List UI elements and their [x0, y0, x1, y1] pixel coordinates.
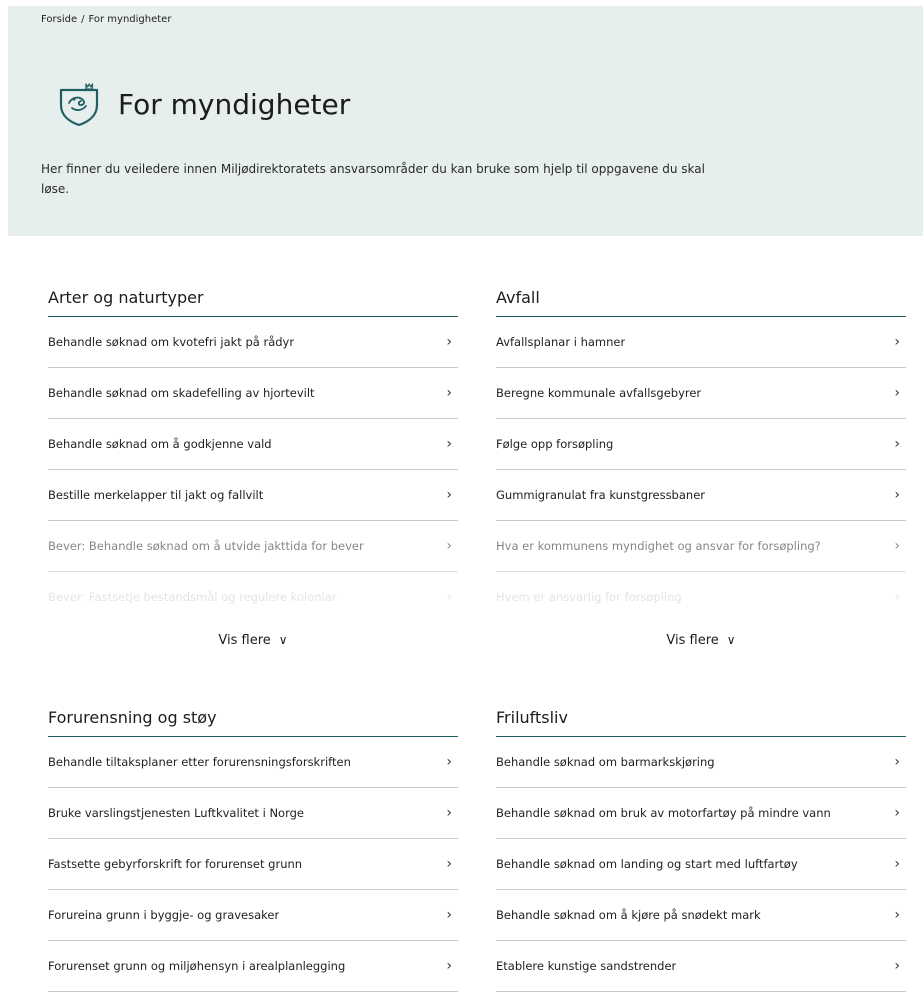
list-item[interactable]: Behandle søknad om å kjøre på snødekt ma…: [496, 890, 906, 941]
list-item[interactable]: Fastsette gebyrforskrift for forurenset …: [48, 839, 458, 890]
chevron-right-icon: ›: [894, 385, 900, 401]
list-item[interactable]: Bruke varslingstjenesten Luftkvalitet i …: [48, 788, 458, 839]
list-item[interactable]: Avfallsplanar i hamner ›: [496, 317, 906, 368]
list-item-label: Følge opp forsøpling: [496, 437, 614, 451]
list-item-label: Hvem er ansvarlig for forsøpling: [496, 590, 682, 604]
list-item-label: Avfallsplanar i hamner: [496, 335, 626, 349]
list-item-label: Bestille merkelapper til jakt og fallvil…: [48, 488, 264, 502]
section-title: Forurensning og støy: [48, 704, 458, 737]
chevron-right-icon: ›: [446, 538, 452, 554]
list-item[interactable]: Behandle søknad om barmarkskjøring ›: [496, 737, 906, 788]
section-title: Arter og naturtyper: [48, 284, 458, 317]
chevron-right-icon: ›: [894, 589, 900, 605]
section-title: Avfall: [496, 284, 906, 317]
list-item-label: Behandle søknad om kvotefri jakt på rådy…: [48, 335, 295, 349]
list-item-label: Beregne kommunale avfallsgebyrer: [496, 386, 702, 400]
chevron-right-icon: ›: [894, 805, 900, 821]
chevron-right-icon: ›: [894, 754, 900, 770]
section-title: Friluftsliv: [496, 704, 906, 737]
guide-list: Behandle søknad om kvotefri jakt på rådy…: [48, 317, 458, 622]
list-item-label: Behandle søknad om å godkjenne vald: [48, 437, 272, 451]
list-item-label: Etablere kunstige sandstrender: [496, 959, 677, 973]
chevron-right-icon: ›: [894, 856, 900, 872]
show-more-label: Vis flere: [218, 633, 271, 648]
list-item[interactable]: Forurenset grunn og miljøhensyn i arealp…: [48, 941, 458, 992]
breadcrumb: Forside / For myndigheter: [41, 14, 171, 25]
chevron-right-icon: ›: [446, 754, 452, 770]
list-item-label: Behandle søknad om landing og start med …: [496, 857, 798, 871]
list-item-label: Bever: Behandle søknad om å utvide jaktt…: [48, 539, 364, 553]
list-item[interactable]: Beregne kommunale avfallsgebyrer ›: [496, 368, 906, 419]
breadcrumb-separator: /: [81, 14, 85, 25]
chevron-right-icon: ›: [446, 487, 452, 503]
guide-list: Behandle søknad om barmarkskjøring › Beha…: [496, 737, 906, 992]
page-title: For myndigheter: [118, 88, 351, 121]
list-item[interactable]: Bever: Behandle søknad om å utvide jaktt…: [48, 521, 458, 572]
show-more-button[interactable]: Vis flere ∨: [660, 632, 741, 649]
section-friluftsliv: Friluftsliv Behandle søknad om barmarksk…: [496, 704, 906, 992]
list-item-label: Behandle søknad om å kjøre på snødekt ma…: [496, 908, 761, 922]
show-more-label: Vis flere: [666, 633, 719, 648]
guide-list: Avfallsplanar i hamner › Beregne kommunal…: [496, 317, 906, 622]
list-item-label: Hva er kommunens myndighet og ansvar for…: [496, 539, 821, 553]
section-avfall: Avfall Avfallsplanar i hamner › Beregne k…: [496, 284, 906, 649]
list-item-label: Bever: Fastsetje bestandsmål og regulere…: [48, 590, 337, 604]
breadcrumb-current: For myndigheter: [88, 14, 172, 25]
chevron-right-icon: ›: [894, 334, 900, 350]
list-item[interactable]: Behandle tiltaksplaner etter forurensnin…: [48, 737, 458, 788]
intro-text: Her finner du veiledere innen Miljødirek…: [41, 162, 705, 196]
list-item[interactable]: Bestille merkelapper til jakt og fallvil…: [48, 470, 458, 521]
list-item[interactable]: Hva er kommunens myndighet og ansvar for…: [496, 521, 906, 572]
chevron-right-icon: ›: [894, 538, 900, 554]
list-item-label: Behandle søknad om bruk av motorfartøy p…: [496, 806, 831, 820]
breadcrumb-home-link[interactable]: Forside: [41, 14, 77, 25]
list-item-label: Behandle tiltaksplaner etter forurensnin…: [48, 755, 351, 769]
list-item[interactable]: Følge opp forsøpling ›: [496, 419, 906, 470]
chevron-right-icon: ›: [446, 805, 452, 821]
chevron-right-icon: ›: [446, 385, 452, 401]
list-item[interactable]: Behandle søknad om kvotefri jakt på rådy…: [48, 317, 458, 368]
list-item-label: Behandle søknad om skadefelling av hjort…: [48, 386, 315, 400]
list-item[interactable]: Gummigranulat fra kunstgressbaner ›: [496, 470, 906, 521]
list-item-label: Gummigranulat fra kunstgressbaner: [496, 488, 705, 502]
chevron-right-icon: ›: [446, 334, 452, 350]
list-item[interactable]: Forureina grunn i byggje- og gravesaker ›: [48, 890, 458, 941]
list-item[interactable]: Bever: Fastsetje bestandsmål og regulere…: [48, 572, 458, 622]
chevron-down-icon: ∨: [278, 633, 288, 647]
list-item-label: Bruke varslingstjenesten Luftkvalitet i …: [48, 806, 304, 820]
list-item-label: Forurenset grunn og miljøhensyn i arealp…: [48, 959, 346, 973]
list-item[interactable]: Behandle søknad om landing og start med …: [496, 839, 906, 890]
list-item[interactable]: Etablere kunstige sandstrender ›: [496, 941, 906, 992]
hero-banner: Forside / For myndigheter For myndigheter …: [8, 6, 923, 236]
list-item[interactable]: Behandle søknad om å godkjenne vald ›: [48, 419, 458, 470]
chevron-down-icon: ∨: [726, 633, 736, 647]
list-item-label: Fastsette gebyrforskrift for forurenset …: [48, 857, 303, 871]
list-item[interactable]: Hvem er ansvarlig for forsøpling ›: [496, 572, 906, 622]
guide-list: Behandle tiltaksplaner etter forurensnin…: [48, 737, 458, 992]
chevron-right-icon: ›: [446, 589, 452, 605]
chevron-right-icon: ›: [446, 958, 452, 974]
chevron-right-icon: ›: [894, 487, 900, 503]
list-item-label: Behandle søknad om barmarkskjøring: [496, 755, 715, 769]
chevron-right-icon: ›: [894, 436, 900, 452]
chevron-right-icon: ›: [446, 907, 452, 923]
list-item-label: Forureina grunn i byggje- og gravesaker: [48, 908, 280, 922]
authority-crest-icon: [59, 83, 99, 127]
chevron-right-icon: ›: [446, 856, 452, 872]
chevron-right-icon: ›: [446, 436, 452, 452]
list-item[interactable]: Behandle søknad om skadefelling av hjort…: [48, 368, 458, 419]
chevron-right-icon: ›: [894, 907, 900, 923]
section-forurensning-og-stoy: Forurensning og støy Behandle tiltakspla…: [48, 704, 458, 992]
section-arter-og-naturtyper: Arter og naturtyper Behandle søknad om k…: [48, 284, 458, 649]
chevron-right-icon: ›: [894, 958, 900, 974]
show-more-button[interactable]: Vis flere ∨: [212, 632, 293, 649]
list-item[interactable]: Behandle søknad om bruk av motorfartøy p…: [496, 788, 906, 839]
